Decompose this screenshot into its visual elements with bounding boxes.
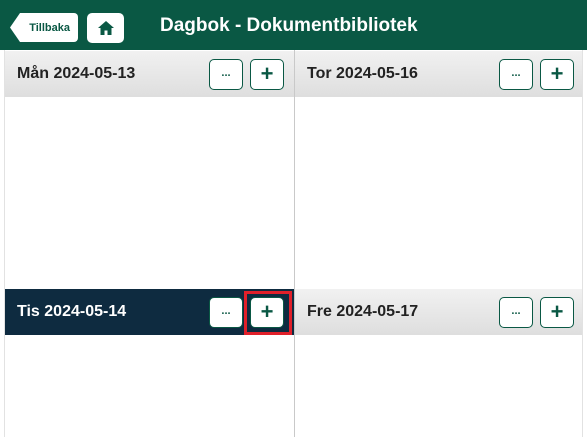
plus-icon: + [550,60,564,86]
day-header-thu: Tor 2024-05-16 ... + [295,51,582,97]
day-add-button[interactable]: + [250,297,284,328]
day-more-button[interactable]: ... [499,297,533,328]
top-bar: Tillbaka Dagbok - Dokumentbibliotek [0,0,587,50]
day-title: Fre 2024-05-17 [307,303,419,320]
home-button[interactable] [87,13,124,43]
day-add-button[interactable]: + [540,297,574,328]
home-icon [97,21,114,35]
day-body-fri[interactable] [295,335,582,437]
back-button-label: Tillbaka [29,21,70,34]
plus-icon: + [550,298,564,324]
day-header-tue: Tis 2024-05-14 ... + [5,289,294,335]
day-more-button[interactable]: ... [209,59,243,90]
more-icon: ... [221,304,231,317]
day-header-mon: Mån 2024-05-13 ... + [5,51,294,97]
day-add-button[interactable]: + [250,59,284,90]
page-title: Dagbok - Dokumentbibliotek [160,15,418,36]
more-icon: ... [511,304,521,317]
day-header-fri: Fre 2024-05-17 ... + [295,289,582,335]
day-body-thu[interactable] [295,97,582,289]
plus-icon: + [260,298,274,324]
day-body-tue[interactable] [5,335,294,437]
day-title: Tor 2024-05-16 [307,65,418,82]
column-border-right [582,50,583,437]
more-icon: ... [511,66,521,79]
day-more-button[interactable]: ... [209,297,243,328]
plus-icon: + [260,60,274,86]
day-title: Tis 2024-05-14 [17,303,127,320]
back-button[interactable]: Tillbaka [10,13,78,42]
day-title: Mån 2024-05-13 [17,65,136,82]
day-body-mon[interactable] [5,97,294,289]
more-icon: ... [221,66,231,79]
day-add-button[interactable]: + [540,59,574,90]
day-more-button[interactable]: ... [499,59,533,90]
